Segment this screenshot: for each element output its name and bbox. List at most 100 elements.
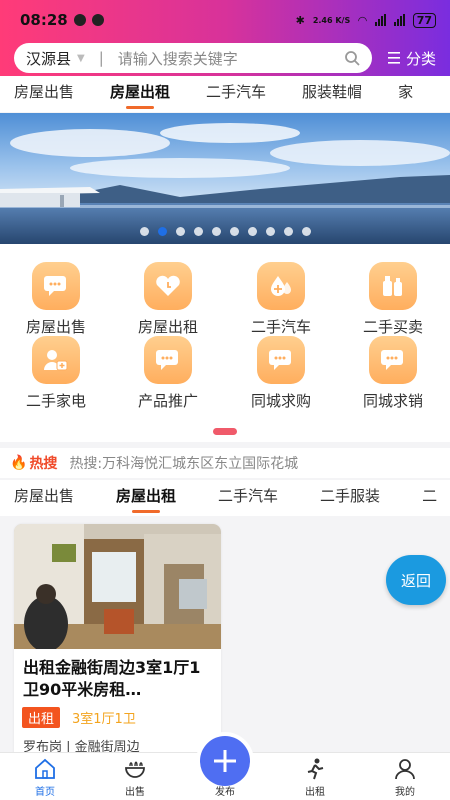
droplet-plus-icon [257,262,305,310]
grid-label: 二手汽车 [250,318,311,336]
rooms-tag: 3室1厅1卫 [72,712,136,727]
search-row: 汉源县 ▼ | 请输入搜索关键字 分类 [0,40,450,76]
user-icon [395,759,415,780]
person-medkit-icon [32,336,80,384]
plus-icon [200,736,250,786]
city-selector[interactable]: 汉源县 [26,48,71,69]
grid-label: 产品推广 [137,392,198,410]
banner-dots [0,227,450,236]
category-label: 分类 [405,49,436,68]
rent-tag: 出租 [22,707,61,728]
content-tab-house-sale[interactable]: 房屋出售 [0,480,74,516]
grid-item-house-sale[interactable]: 房屋出售 [0,262,112,337]
grid-label: 同城求购 [250,392,311,410]
banner-carousel[interactable] [0,113,450,244]
flame-icon: 🔥 [10,455,28,471]
banner-dot[interactable] [247,227,257,236]
grid-label: 同城求销 [362,392,423,410]
status-right: ✱ 2.46 K/S ◠ 77 [295,12,436,28]
chat-bubbles-icon [257,336,305,384]
nav-rent[interactable]: 出租 [280,757,350,798]
signal-icon [374,14,386,26]
status-bar: 08:28 ✱ 2.46 K/S ◠ 77 [0,0,450,40]
banner-dot[interactable] [139,227,149,236]
tab-house-rent[interactable]: 房屋出租 [96,76,170,112]
heart-clock-icon [144,262,192,310]
listing-photo [14,524,221,649]
listing-card[interactable]: 出租金融街周边3室1厅1卫90平米房租… 出租 3室1厅1卫 罗布岗 | 金融街… [14,524,221,760]
app-header: 08:28 ✱ 2.46 K/S ◠ 77 汉源县 ▼ | 请输入搜索关键字 分… [0,0,450,76]
chat-bubbles-icon [144,336,192,384]
search-icon[interactable] [344,50,360,66]
grid-item-appliance[interactable]: 二手家电 [0,336,112,411]
grid-label: 二手买卖 [362,318,423,336]
wifi-icon: ◠ [358,13,367,27]
top-tabs: 房屋出售 房屋出租 二手汽车 服装鞋帽 家 [0,76,450,112]
bottles-icon [369,262,417,310]
home-icon [35,758,55,779]
content-tab-used-clothing[interactable]: 二手服装 [306,480,380,516]
category-grid: 房屋出售 房屋出租 二手汽车 二手买卖 二手家电 产品推广 同城求购 同城求销 [0,244,450,442]
nav-mine[interactable]: 我的 [370,757,440,798]
banner-dot-active[interactable] [157,227,167,236]
listing-location: 罗布岗 | 金融街周边 [23,740,140,755]
banner-dot[interactable] [229,227,239,236]
grid-label: 二手家电 [25,392,86,410]
grid-item-local-sell[interactable]: 同城求销 [337,336,449,411]
battery-icon: 77 [412,12,436,28]
grid-item-used-car[interactable]: 二手汽车 [225,262,337,337]
bluetooth-icon: ✱ [295,13,305,27]
status-time: 08:28 [20,11,68,29]
chat-bubbles-icon [32,262,80,310]
hot-search-text[interactable]: 热搜:万科海悦汇城东区东立国际花城 [69,453,298,473]
chat-bubbles-icon [369,336,417,384]
grid-label: 房屋出售 [25,318,86,336]
noodle-bowl-icon [125,761,145,778]
nav-rent-label: 出租 [305,787,325,798]
location-status-icon [73,14,86,26]
content-tab-more[interactable]: 二 [408,480,437,516]
banner-dot[interactable] [211,227,221,236]
content-tab-house-rent[interactable]: 房屋出租 [102,480,176,516]
banner-dot[interactable] [283,227,293,236]
alarm-status-icon [91,14,104,26]
nav-sell-label: 出售 [125,787,145,798]
content-tab-used-car[interactable]: 二手汽车 [204,480,278,516]
nav-home[interactable]: 首页 [10,757,80,798]
banner-dot[interactable] [193,227,203,236]
grid-item-promotion[interactable]: 产品推广 [112,336,224,411]
banner-image [0,113,450,244]
tab-house-sale[interactable]: 房屋出售 [0,76,74,112]
content-tabs: 房屋出售 房屋出租 二手汽车 二手服装 二 [0,480,450,516]
grid-label: 房屋出租 [137,318,198,336]
grid-item-secondhand[interactable]: 二手买卖 [337,262,449,337]
grid-item-house-rent[interactable]: 房屋出租 [112,262,224,337]
signal-icon-2 [393,14,405,26]
tab-used-car[interactable]: 二手汽车 [192,76,266,112]
hot-search-label: 热搜 [29,456,58,472]
listing-title: 出租金融街周边3室1厅1卫90平米房租… [23,658,201,699]
menu-icon [387,52,400,64]
banner-dot[interactable] [301,227,311,236]
tab-clothing[interactable]: 服装鞋帽 [288,76,362,112]
nav-home-label: 首页 [35,787,55,798]
network-speed: 2.46 K/S [312,15,351,25]
search-box[interactable]: 汉源县 ▼ | 请输入搜索关键字 [14,43,372,73]
back-button[interactable]: 返回 [386,555,446,605]
tab-home[interactable]: 家 [384,76,413,112]
grid-item-local-buy[interactable]: 同城求购 [225,336,337,411]
grid-page-indicator [213,428,237,435]
publish-label: 发布 [215,787,235,798]
banner-dot[interactable] [175,227,185,236]
nav-mine-label: 我的 [395,787,415,798]
search-input[interactable]: 请输入搜索关键字 [118,48,344,69]
banner-dot[interactable] [265,227,275,236]
hot-search-bar[interactable]: 🔥 热搜 热搜:万科海悦汇城东区东立国际花城 [0,448,450,478]
search-divider: | [98,49,104,67]
publish-button[interactable] [196,732,254,790]
runner-icon [307,758,324,780]
listing-tags: 出租 3室1厅1卫 [14,701,221,728]
category-button[interactable]: 分类 [372,48,436,69]
nav-sell[interactable]: 出售 [100,757,170,798]
chevron-down-icon: ▼ [77,52,85,64]
